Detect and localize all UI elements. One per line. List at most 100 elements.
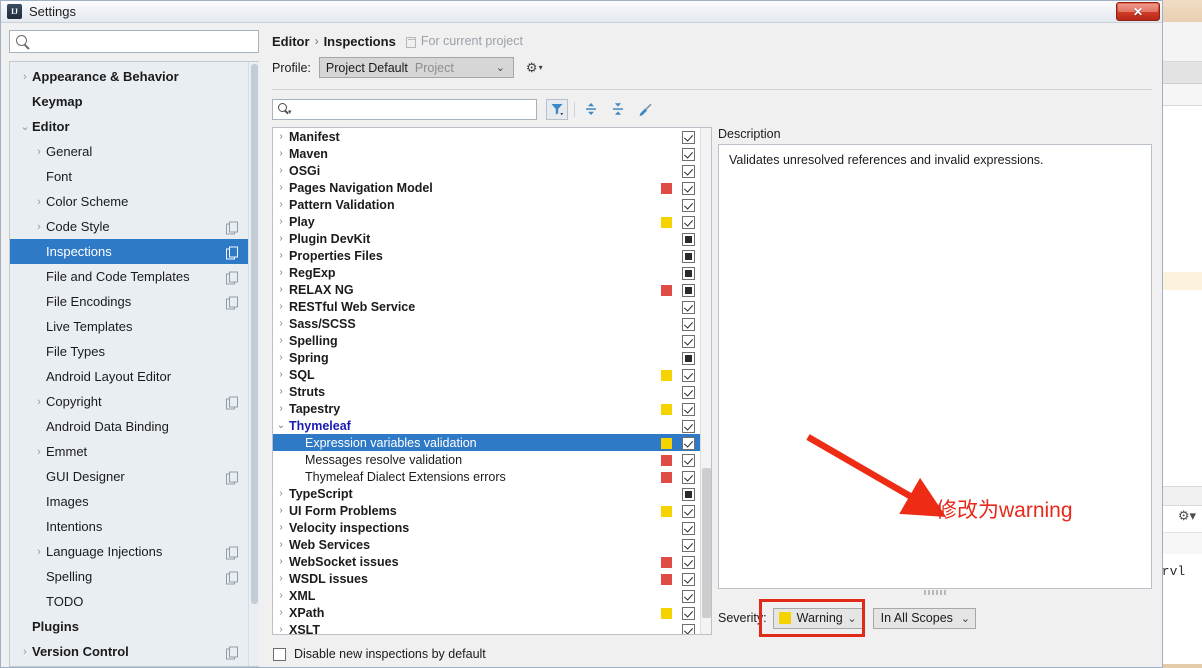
chevron-right-icon[interactable]: ›: [18, 646, 32, 658]
inspection-row[interactable]: › OSGi: [273, 162, 700, 179]
chevron-right-icon[interactable]: ›: [273, 301, 289, 312]
sidebar-item-keymap[interactable]: Keymap: [10, 89, 259, 114]
sidebar-item-gui-designer[interactable]: GUI Designer: [10, 464, 259, 489]
inspection-row[interactable]: › Maven: [273, 145, 700, 162]
sidebar-item-code-style[interactable]: › Code Style: [10, 214, 259, 239]
copy-settings-icon[interactable]: [226, 296, 238, 309]
chevron-down-icon[interactable]: ⌄: [18, 120, 32, 133]
reset-broom-icon[interactable]: [634, 99, 656, 120]
chevron-right-icon[interactable]: ›: [273, 318, 289, 329]
inspection-row[interactable]: › WSDL issues: [273, 570, 700, 587]
chevron-right-icon[interactable]: ›: [273, 284, 289, 295]
breadcrumb-parent[interactable]: Editor: [272, 34, 310, 49]
chevron-right-icon[interactable]: ›: [273, 352, 289, 363]
inspection-enabled-checkbox[interactable]: [682, 182, 695, 195]
severity-select[interactable]: Warning ⌄: [772, 607, 863, 629]
chevron-right-icon[interactable]: ›: [273, 386, 289, 397]
chevron-right-icon[interactable]: ›: [273, 403, 289, 414]
inspection-row[interactable]: › RESTful Web Service: [273, 298, 700, 315]
sidebar-item-color-scheme[interactable]: › Color Scheme: [10, 189, 259, 214]
resize-grip[interactable]: [924, 590, 946, 595]
chevron-right-icon[interactable]: ›: [32, 446, 46, 458]
inspection-enabled-checkbox[interactable]: [682, 233, 695, 246]
close-button[interactable]: ✕: [1116, 2, 1160, 21]
sidebar-item-font[interactable]: Font: [10, 164, 259, 189]
inspection-row[interactable]: › WebSocket issues: [273, 553, 700, 570]
chevron-right-icon[interactable]: ›: [18, 71, 32, 83]
inspections-scrollbar[interactable]: [700, 128, 711, 634]
sidebar-search-input[interactable]: [9, 30, 259, 53]
inspection-enabled-checkbox[interactable]: [682, 369, 695, 382]
copy-settings-icon[interactable]: [226, 271, 238, 284]
copy-settings-icon[interactable]: [226, 471, 238, 484]
sidebar-item-android-data-binding[interactable]: Android Data Binding: [10, 414, 259, 439]
chevron-right-icon[interactable]: ›: [32, 221, 46, 233]
inspection-enabled-checkbox[interactable]: [682, 420, 695, 433]
profile-gear-button[interactable]: ⚙ ▾: [526, 60, 543, 76]
inspection-row[interactable]: › Velocity inspections: [273, 519, 700, 536]
inspection-enabled-checkbox[interactable]: [682, 131, 695, 144]
inspection-enabled-checkbox[interactable]: [682, 335, 695, 348]
sidebar-scrollbar[interactable]: [248, 62, 259, 666]
inspection-row[interactable]: › Tapestry: [273, 400, 700, 417]
sidebar-item-editor[interactable]: ⌄ Editor: [10, 114, 259, 139]
chevron-right-icon[interactable]: ›: [273, 624, 289, 634]
sidebar-item-intentions[interactable]: Intentions: [10, 514, 259, 539]
chevron-right-icon[interactable]: ›: [273, 522, 289, 533]
inspection-row[interactable]: › XPath: [273, 604, 700, 621]
chevron-right-icon[interactable]: ›: [32, 546, 46, 558]
profile-select[interactable]: Project Default Project ⌄: [318, 57, 514, 78]
inspection-row[interactable]: › SQL: [273, 366, 700, 383]
chevron-right-icon[interactable]: ›: [273, 148, 289, 159]
inspection-enabled-checkbox[interactable]: [682, 165, 695, 178]
chevron-right-icon[interactable]: ›: [273, 216, 289, 227]
sidebar-item-spelling[interactable]: Spelling: [10, 564, 259, 589]
inspections-scrollbar-thumb[interactable]: [702, 468, 711, 618]
copy-settings-icon[interactable]: [226, 546, 238, 559]
inspection-enabled-checkbox[interactable]: [682, 607, 695, 620]
inspection-row[interactable]: Expression variables validation: [273, 434, 700, 451]
chevron-right-icon[interactable]: ›: [32, 196, 46, 208]
chevron-right-icon[interactable]: ›: [273, 335, 289, 346]
chevron-right-icon[interactable]: ›: [273, 233, 289, 244]
sidebar-item-inspections[interactable]: Inspections: [10, 239, 259, 264]
chevron-right-icon[interactable]: ›: [273, 267, 289, 278]
inspection-row[interactable]: › Sass/SCSS: [273, 315, 700, 332]
sidebar-item-file-types[interactable]: File Types: [10, 339, 259, 364]
copy-settings-icon[interactable]: [226, 396, 238, 409]
chevron-right-icon[interactable]: ›: [273, 556, 289, 567]
inspection-row[interactable]: › RELAX NG: [273, 281, 700, 298]
chevron-right-icon[interactable]: ›: [273, 369, 289, 380]
sidebar-item-emmet[interactable]: › Emmet: [10, 439, 259, 464]
inspection-enabled-checkbox[interactable]: [682, 522, 695, 535]
inspection-enabled-checkbox[interactable]: [682, 267, 695, 280]
collapse-all-icon[interactable]: [607, 99, 629, 120]
sidebar-item-appearance-behavior[interactable]: › Appearance & Behavior: [10, 64, 259, 89]
copy-settings-icon[interactable]: [226, 571, 238, 584]
sidebar-item-live-templates[interactable]: Live Templates: [10, 314, 259, 339]
inspection-enabled-checkbox[interactable]: [682, 216, 695, 229]
inspection-enabled-checkbox[interactable]: [682, 284, 695, 297]
inspection-enabled-checkbox[interactable]: [682, 318, 695, 331]
inspection-row[interactable]: Messages resolve validation: [273, 451, 700, 468]
chevron-right-icon[interactable]: ›: [273, 182, 289, 193]
inspection-enabled-checkbox[interactable]: [682, 403, 695, 416]
inspection-row[interactable]: › XSLT: [273, 621, 700, 634]
inspection-enabled-checkbox[interactable]: [682, 301, 695, 314]
chevron-right-icon[interactable]: ›: [273, 573, 289, 584]
inspection-row[interactable]: › Pages Navigation Model: [273, 179, 700, 196]
inspection-enabled-checkbox[interactable]: [682, 624, 695, 634]
chevron-right-icon[interactable]: ›: [273, 199, 289, 210]
inspection-row[interactable]: › Spring: [273, 349, 700, 366]
disable-new-inspections-checkbox[interactable]: [273, 647, 286, 661]
sidebar-item-language-injections[interactable]: › Language Injections: [10, 539, 259, 564]
inspection-enabled-checkbox[interactable]: [682, 386, 695, 399]
sidebar-item-file-encodings[interactable]: File Encodings: [10, 289, 259, 314]
inspection-enabled-checkbox[interactable]: [682, 199, 695, 212]
sidebar-item-general[interactable]: › General: [10, 139, 259, 164]
chevron-right-icon[interactable]: ›: [273, 539, 289, 550]
sidebar-scrollbar-thumb[interactable]: [251, 64, 258, 604]
inspections-search-input[interactable]: [272, 98, 537, 120]
sidebar-item-copyright[interactable]: › Copyright: [10, 389, 259, 414]
inspection-enabled-checkbox[interactable]: [682, 437, 695, 450]
